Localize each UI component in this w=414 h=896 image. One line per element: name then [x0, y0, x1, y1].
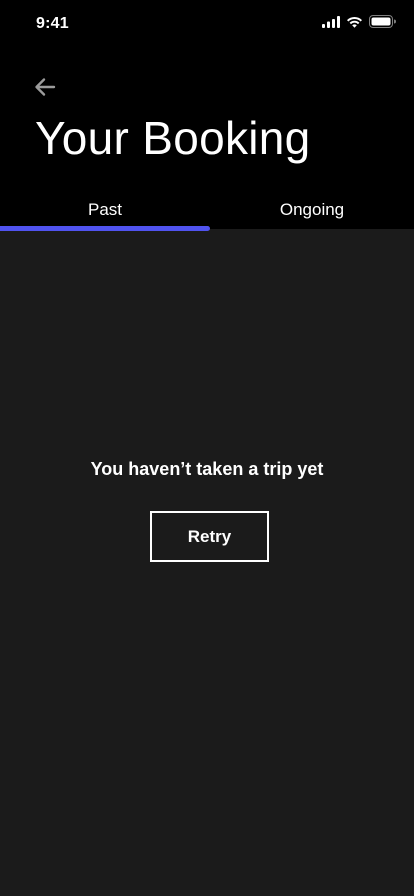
- cellular-signal-icon: [322, 15, 340, 33]
- status-time: 9:41: [36, 15, 69, 32]
- status-bar: 9:41: [0, 0, 414, 48]
- page-title: Your Booking: [35, 112, 311, 164]
- status-icons: [322, 15, 396, 33]
- retry-button[interactable]: Retry: [150, 511, 269, 562]
- arrow-left-icon: [34, 77, 56, 102]
- battery-icon: [369, 15, 396, 33]
- back-button[interactable]: [30, 74, 60, 104]
- empty-state-message: You haven’t taken a trip yet: [90, 459, 324, 479]
- wifi-icon: [346, 15, 363, 33]
- tab-ongoing[interactable]: Ongoing: [210, 193, 414, 229]
- tab-bar: Past Ongoing: [0, 193, 414, 229]
- tab-past[interactable]: Past: [0, 193, 210, 229]
- header: 9:41 Your Booking Past Ongoing: [0, 0, 414, 229]
- active-tab-indicator: [0, 226, 210, 231]
